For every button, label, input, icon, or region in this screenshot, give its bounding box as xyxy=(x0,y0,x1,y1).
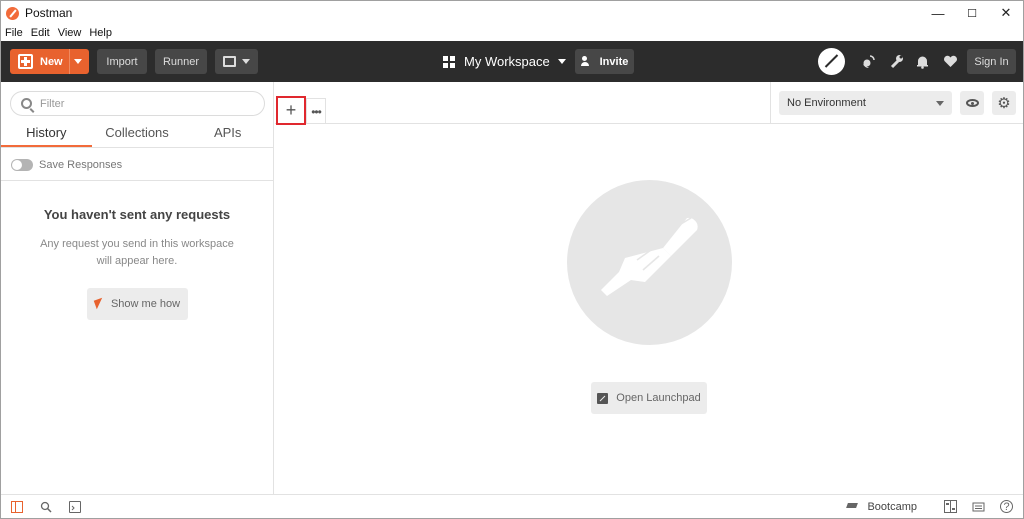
grid-icon xyxy=(443,55,455,68)
window-title: Postman xyxy=(25,6,73,20)
save-responses-toggle[interactable] xyxy=(11,158,33,171)
chevron-down-icon xyxy=(242,59,250,64)
graduation-cap-icon xyxy=(845,503,859,511)
import-button[interactable]: Import xyxy=(97,49,147,74)
open-launchpad-label: Open Launchpad xyxy=(616,392,701,404)
workspace-switcher[interactable]: My Workspace xyxy=(443,49,566,74)
bootcamp-label: Bootcamp xyxy=(867,501,917,513)
status-bar: Bootcamp ? xyxy=(1,494,1023,518)
user-plus-icon xyxy=(580,56,594,67)
save-responses-row: Save Responses xyxy=(1,149,273,181)
invite-button[interactable]: Invite xyxy=(575,49,634,74)
show-me-how-label: Show me how xyxy=(110,298,181,310)
more-tabs-button[interactable]: ••• xyxy=(306,98,326,124)
eye-icon xyxy=(965,99,979,107)
satellite-icon[interactable] xyxy=(861,54,876,69)
menu-help[interactable]: Help xyxy=(89,27,112,39)
invite-label: Invite xyxy=(599,55,629,68)
wrench-icon[interactable] xyxy=(889,54,904,69)
new-button-label: New xyxy=(40,55,63,68)
tab-collections[interactable]: Collections xyxy=(92,120,183,147)
new-tab-button[interactable]: + xyxy=(276,96,306,125)
title-bar: Postman — ☐ ✕ xyxy=(1,1,1023,25)
sign-in-button[interactable]: Sign In xyxy=(967,49,1016,74)
cursor-click-icon xyxy=(95,299,104,310)
new-button[interactable]: New xyxy=(10,49,89,74)
tab-history[interactable]: History xyxy=(1,120,92,147)
close-button[interactable]: ✕ xyxy=(989,1,1023,25)
new-window-icon xyxy=(223,56,236,67)
postman-logo-icon xyxy=(6,6,19,20)
chevron-down-icon xyxy=(936,101,944,106)
bell-icon[interactable] xyxy=(915,54,930,69)
postman-window: Postman — ☐ ✕ File Edit View Help New Im… xyxy=(0,0,1024,519)
external-arrow-icon xyxy=(597,392,609,404)
filter-box xyxy=(10,91,265,116)
menu-view[interactable]: View xyxy=(58,27,82,39)
filter-input[interactable] xyxy=(40,97,240,110)
bootcamp-button[interactable]: Bootcamp xyxy=(845,495,917,518)
open-launchpad-button[interactable]: Open Launchpad xyxy=(591,382,707,414)
empty-history-title: You haven't sent any requests xyxy=(43,207,231,222)
runner-button[interactable]: Runner xyxy=(155,49,207,74)
maximize-button[interactable]: ☐ xyxy=(955,1,989,25)
gear-icon: ⚙ xyxy=(997,95,1011,112)
menu-file[interactable]: File xyxy=(5,27,23,39)
manage-environments-button[interactable]: ⚙ xyxy=(992,91,1016,115)
environment-select[interactable]: No Environment xyxy=(779,91,952,115)
save-responses-label: Save Responses xyxy=(39,158,123,171)
sync-off-icon[interactable] xyxy=(818,48,845,75)
minimize-button[interactable]: — xyxy=(921,1,955,25)
tab-apis[interactable]: APIs xyxy=(182,120,273,147)
keyboard-shortcuts-icon[interactable] xyxy=(972,500,985,513)
plus-box-icon xyxy=(18,54,33,69)
find-icon[interactable] xyxy=(40,501,52,513)
two-pane-view-icon[interactable] xyxy=(944,500,957,513)
environment-value: No Environment xyxy=(787,97,866,109)
sidebar: History Collections APIs Save Responses … xyxy=(1,82,274,494)
request-tab-strip: + ••• xyxy=(275,82,770,125)
empty-history-description: Any request you send in this workspace w… xyxy=(40,238,234,267)
rocket-icon xyxy=(601,217,698,296)
postman-mascot-logo xyxy=(567,180,732,345)
show-me-how-button[interactable]: Show me how xyxy=(87,288,188,320)
workspace-name: My Workspace xyxy=(464,54,550,69)
environment-bar: No Environment ⚙ xyxy=(770,82,1023,124)
console-icon[interactable] xyxy=(69,501,81,513)
menu-edit[interactable]: Edit xyxy=(31,27,50,39)
main-panel: + ••• No Environment ⚙ Open Launchpad xyxy=(275,82,1023,494)
sidebar-tabs: History Collections APIs xyxy=(1,120,273,148)
search-icon xyxy=(21,98,32,109)
chevron-down-icon xyxy=(557,59,566,64)
help-icon[interactable]: ? xyxy=(1000,500,1013,513)
header-bar: New Import Runner My Workspace Invite Si… xyxy=(1,41,1023,82)
window-controls: — ☐ ✕ xyxy=(921,1,1023,25)
new-dropdown-caret-icon[interactable] xyxy=(74,59,82,64)
environment-quick-look-button[interactable] xyxy=(960,91,984,115)
new-button-divider xyxy=(69,49,70,74)
toggle-sidebar-icon[interactable] xyxy=(11,501,23,513)
heart-icon[interactable] xyxy=(943,54,958,69)
new-window-button[interactable] xyxy=(215,49,258,74)
menu-bar: File Edit View Help xyxy=(1,25,1023,41)
